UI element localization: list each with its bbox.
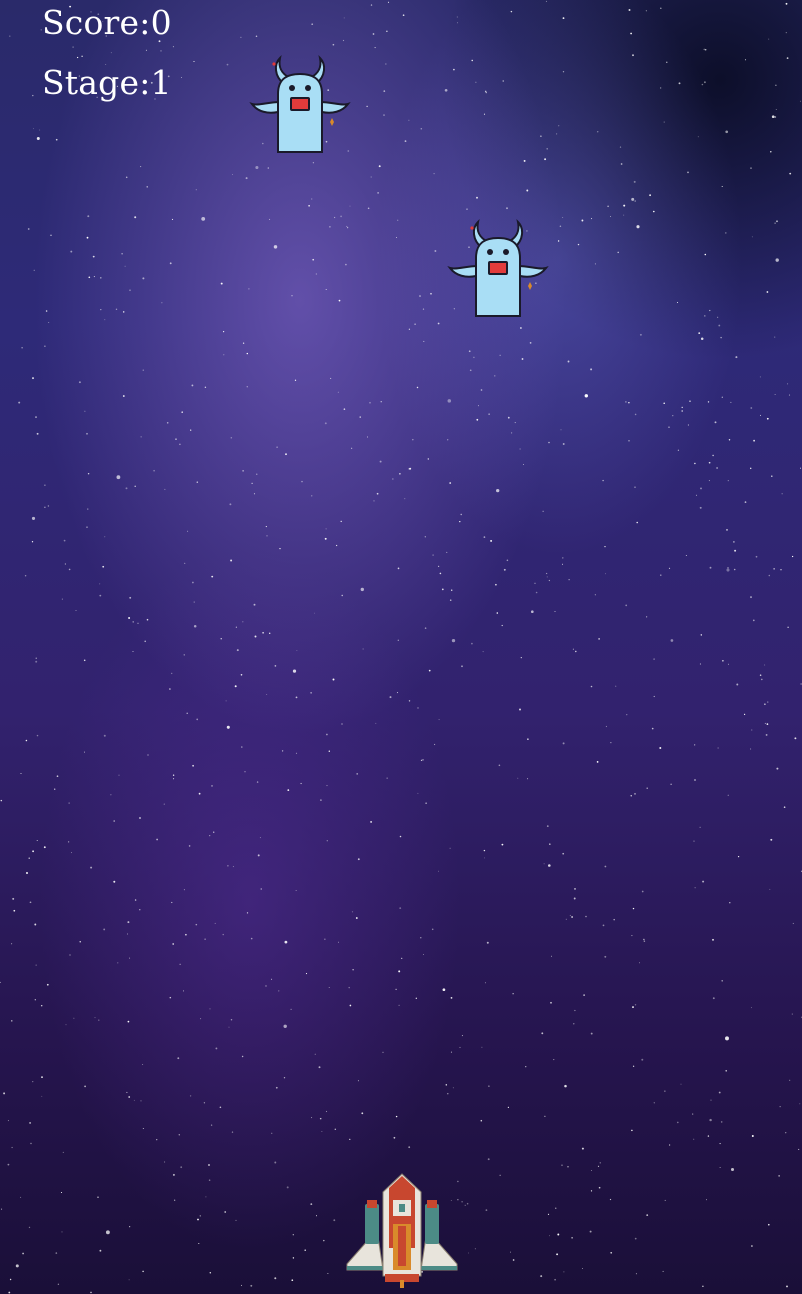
enemy-monster-2 — [447, 218, 549, 317]
horned-monster-icon — [249, 54, 351, 153]
stage-display: Stage:1 — [42, 66, 172, 99]
starfield-background — [0, 0, 802, 1294]
enemy-monster-1 — [249, 54, 351, 153]
horned-monster-icon — [447, 218, 549, 317]
stage-label: Stage: — [42, 63, 151, 102]
player-spaceship[interactable] — [343, 1170, 461, 1288]
game-canvas[interactable]: Score:0 Stage:1 — [0, 0, 802, 1294]
spaceship-icon — [346, 1173, 458, 1288]
stage-value: 1 — [150, 63, 172, 102]
score-display: Score:0 — [42, 6, 172, 39]
score-label: Score: — [42, 3, 151, 42]
score-value: 0 — [150, 3, 172, 42]
